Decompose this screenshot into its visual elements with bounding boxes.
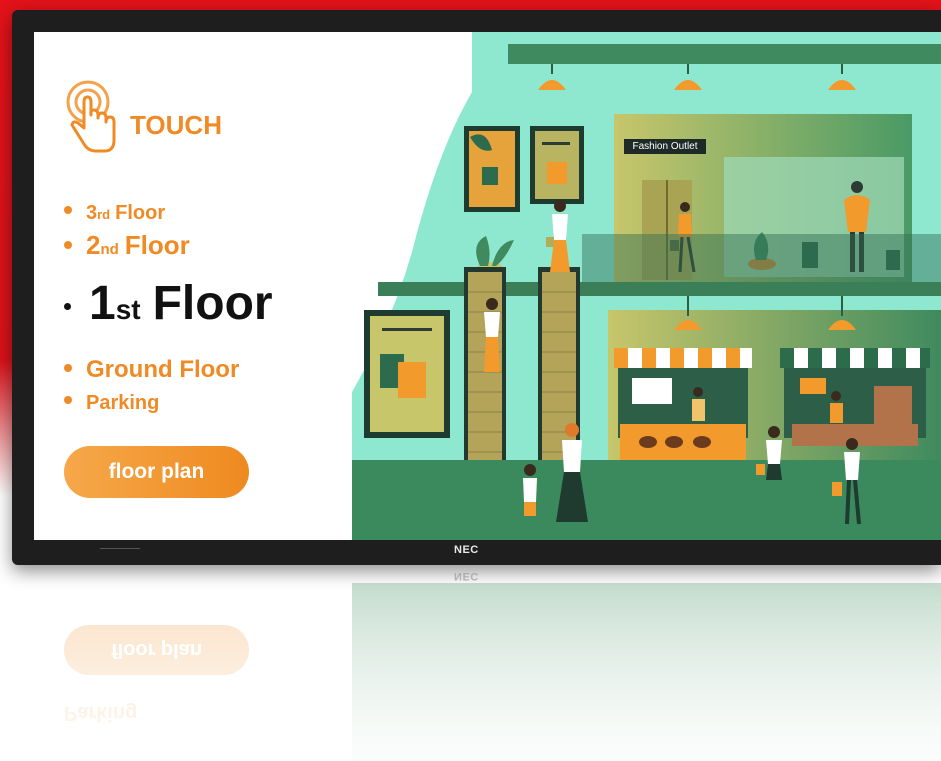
ordinal-number: 3 [86,202,98,224]
menu-item-2nd-floor[interactable]: 2 nd Floor [64,230,190,261]
floor-label: Parking [86,392,160,414]
ordinal-suffix: nd [100,241,119,258]
reflection-fade [0,583,941,761]
floor-label: Ground Floor [86,356,240,383]
touch-label: TOUCH [130,110,222,140]
mall-illustration: Fashion Outlet [352,32,941,540]
menu-item-parking[interactable]: Parking [64,392,159,415]
floor-word: Floor [124,230,190,260]
bullet-icon [64,206,72,214]
bullet-icon [64,396,72,404]
bullet-icon [64,241,72,249]
ordinal-number: 1 [89,277,116,330]
floor-plan-button[interactable]: floor plan [64,446,249,498]
menu-item-3rd-floor[interactable]: 3 rd Floor [64,202,165,225]
touch-hand-icon [66,80,116,153]
stage: NEC TOUCH 3 rd Floor 2 nd Floor 1 st Flo… [0,0,941,761]
menu-item-1st-floor[interactable]: 1 st Floor [64,276,273,331]
brand-logo: NEC [454,544,479,556]
bullet-icon [64,303,71,310]
store-sign-fashion-outlet: Fashion Outlet [624,139,706,154]
bullet-icon [64,364,72,372]
ordinal-suffix: rd [97,207,111,222]
brand-logo-reflection: NEC [454,570,479,582]
mall-scene-graphic [352,32,941,540]
floor-word: Floor [115,202,166,224]
ordinal-suffix: st [115,294,141,325]
menu-item-ground-floor[interactable]: Ground Floor [64,356,239,384]
floor-word: Floor [152,277,273,330]
display-screen: TOUCH 3 rd Floor 2 nd Floor 1 st Floor G… [34,32,941,540]
ordinal-number: 2 [86,230,101,260]
bezel-sensor-line [100,548,140,549]
